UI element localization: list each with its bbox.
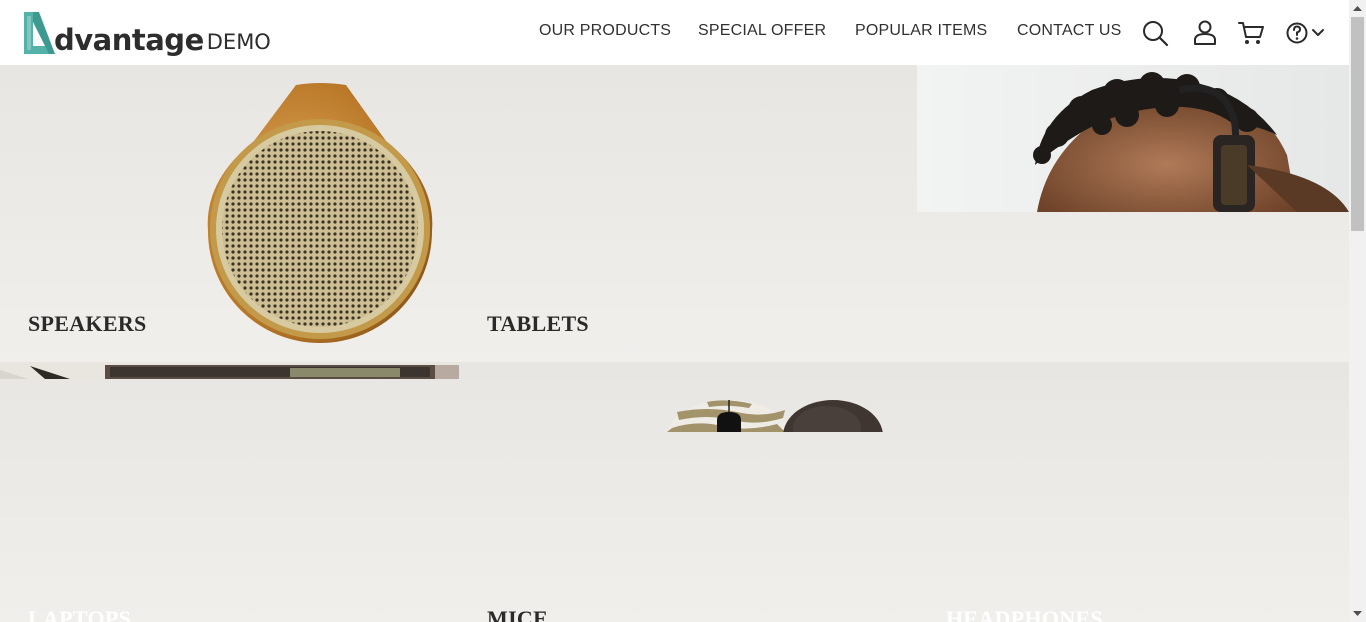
nav-special-offer[interactable]: SPECIAL OFFER — [698, 22, 826, 40]
category-tile-laptops[interactable]: LAPTOPS — [0, 362, 459, 622]
user-icon[interactable] — [1190, 18, 1220, 48]
mouse-image — [667, 400, 883, 432]
cart-icon[interactable] — [1236, 18, 1266, 48]
category-tile-headphones[interactable]: HEADPHONES — [918, 362, 1349, 622]
category-label-speakers: SPEAKERS — [28, 311, 147, 336]
scroll-down-arrow-icon[interactable] — [1349, 605, 1366, 622]
logo-mark-icon — [24, 12, 55, 54]
category-tile-tablets[interactable]: TABLETS — [459, 65, 1349, 362]
category-tile-mice[interactable]: MICE — [459, 362, 918, 622]
laptop-image — [0, 362, 459, 379]
scroll-up-arrow-icon[interactable] — [1349, 0, 1366, 17]
category-label-headphones: HEADPHONES — [946, 606, 1104, 622]
chevron-down-icon[interactable] — [1310, 18, 1326, 48]
nav-contact-us[interactable]: CONTACT US — [1017, 22, 1122, 40]
nav-popular-items[interactable]: POPULAR ITEMS — [855, 22, 987, 40]
search-icon[interactable] — [1140, 18, 1170, 48]
brand-suffix: DEMO — [206, 30, 271, 54]
category-label-tablets: TABLETS — [487, 311, 589, 336]
category-label-mice: MICE — [487, 606, 549, 622]
brand-logo[interactable]: dvantage DEMO — [22, 10, 271, 56]
brand-name: dvantage — [54, 23, 204, 57]
nav-our-products[interactable]: OUR PRODUCTS — [539, 22, 671, 40]
headphones-model-image — [917, 65, 1349, 212]
scrollbar-thumb[interactable] — [1351, 17, 1364, 231]
category-label-laptops: LAPTOPS — [28, 606, 132, 622]
site-header: dvantage DEMO OUR PRODUCTS SPECIAL OFFER… — [0, 0, 1349, 65]
speaker-image — [207, 83, 433, 343]
category-tile-speakers[interactable]: SPEAKERS — [0, 65, 459, 362]
